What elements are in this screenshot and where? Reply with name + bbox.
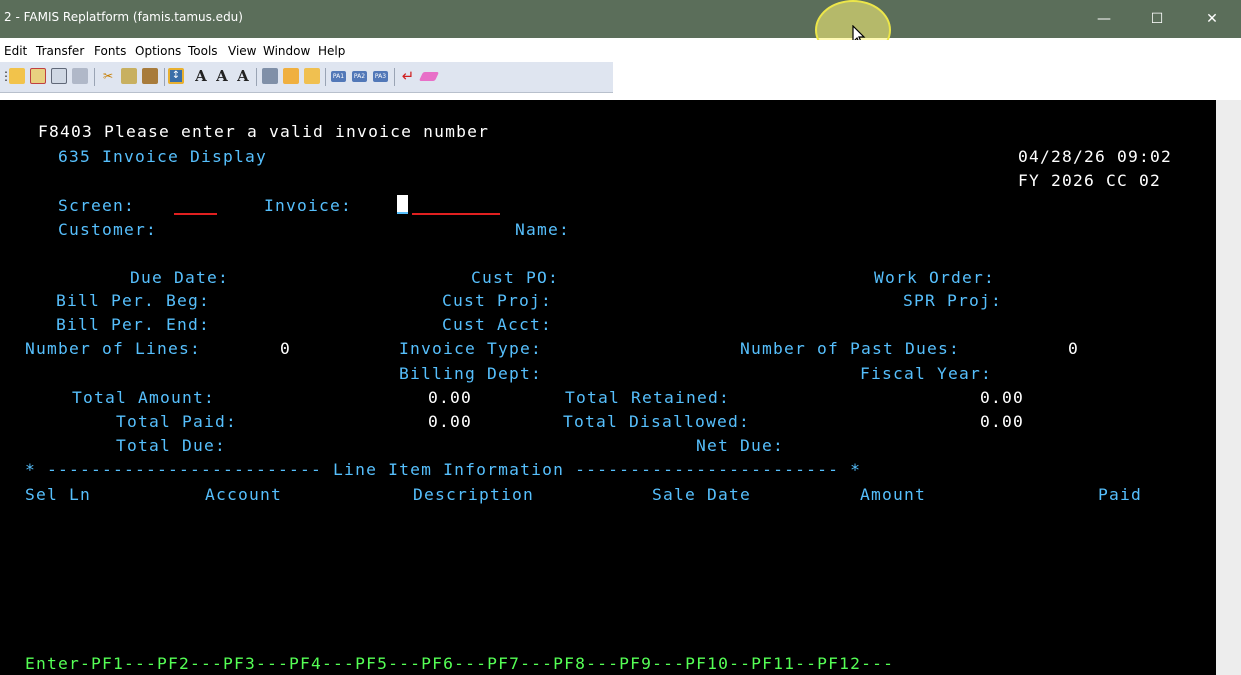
minimize-button[interactable]: — bbox=[1082, 4, 1126, 34]
col-paid: Paid bbox=[1098, 485, 1143, 504]
close-button[interactable]: ✕ bbox=[1190, 4, 1234, 34]
font-large-icon[interactable]: A bbox=[193, 68, 209, 84]
error-message: F8403 Please enter a valid invoice numbe… bbox=[38, 122, 490, 141]
cust-proj-label: Cust Proj: bbox=[442, 291, 553, 310]
pa3-key-icon[interactable]: PA3 bbox=[373, 71, 388, 82]
send-receive-icon[interactable]: ↕ bbox=[168, 68, 184, 84]
paste-icon[interactable] bbox=[142, 68, 158, 84]
menu-transfer[interactable]: Transfer bbox=[36, 44, 84, 58]
window-title: 2 - FAMIS Replatform (famis.tamus.edu) bbox=[4, 10, 243, 24]
col-description: Description bbox=[413, 485, 535, 504]
pf-key-legend: Enter-PF1---PF2---PF3---PF4---PF5---PF6-… bbox=[25, 654, 895, 673]
macro-run-icon[interactable] bbox=[283, 68, 299, 84]
invoice-type-label: Invoice Type: bbox=[399, 339, 543, 358]
total-paid-label: Total Paid: bbox=[116, 412, 238, 431]
total-retained-label: Total Retained: bbox=[565, 388, 731, 407]
title-bar: 2 - FAMIS Replatform (famis.tamus.edu) —… bbox=[0, 0, 1241, 38]
terminal-screen[interactable]: F8403 Please enter a valid invoice numbe… bbox=[0, 100, 1216, 675]
print-icon[interactable] bbox=[72, 68, 88, 84]
menu-fonts[interactable]: Fonts bbox=[94, 44, 126, 58]
screen-title: 635 Invoice Display bbox=[58, 147, 268, 166]
cust-po-label: Cust PO: bbox=[471, 268, 560, 287]
col-sale-date: Sale Date bbox=[652, 485, 752, 504]
toolbar: ⋮ ✂ ↕ A A A PA1 PA2 PA3 ↵ bbox=[0, 62, 613, 93]
col-sel-ln: Sel Ln bbox=[25, 485, 92, 504]
menu-bar: Edit Transfer Fonts Options Tools View W… bbox=[0, 40, 1241, 62]
total-disallowed-value: 0.00 bbox=[980, 412, 1025, 431]
menu-view[interactable]: View bbox=[228, 44, 256, 58]
invoice-input[interactable] bbox=[412, 213, 500, 215]
invoice-label: Invoice: bbox=[264, 196, 353, 215]
fiscal-year-cc: FY 2026 CC 02 bbox=[1018, 171, 1162, 190]
pa2-key-icon[interactable]: PA2 bbox=[352, 71, 367, 82]
past-dues-value: 0 bbox=[1068, 339, 1080, 358]
menu-options[interactable]: Options bbox=[135, 44, 181, 58]
total-retained-value: 0.00 bbox=[980, 388, 1025, 407]
toolbar-grip-icon: ⋮ bbox=[0, 69, 12, 83]
due-date-label: Due Date: bbox=[130, 268, 230, 287]
menu-edit[interactable]: Edit bbox=[4, 44, 27, 58]
enter-key-icon[interactable]: ↵ bbox=[400, 68, 416, 84]
copy-icon[interactable] bbox=[121, 68, 137, 84]
line-item-banner: * ------------------------- Line Item In… bbox=[25, 460, 862, 479]
spr-proj-label: SPR Proj: bbox=[903, 291, 1003, 310]
total-amount-label: Total Amount: bbox=[72, 388, 216, 407]
screen-input[interactable] bbox=[174, 213, 217, 215]
billing-dept-label: Billing Dept: bbox=[399, 364, 543, 383]
bill-per-end-label: Bill Per. End: bbox=[56, 315, 211, 334]
total-paid-value: 0.00 bbox=[428, 412, 473, 431]
past-dues-label: Number of Past Dues: bbox=[740, 339, 961, 358]
pa1-key-icon[interactable]: PA1 bbox=[331, 71, 346, 82]
macro-record-icon[interactable] bbox=[304, 68, 320, 84]
screen-label: Screen: bbox=[58, 196, 136, 215]
total-due-label: Total Due: bbox=[116, 436, 227, 455]
customer-label: Customer: bbox=[58, 220, 158, 239]
close-session-icon[interactable] bbox=[51, 68, 67, 84]
properties-icon[interactable] bbox=[262, 68, 278, 84]
work-order-label: Work Order: bbox=[874, 268, 996, 287]
net-due-label: Net Due: bbox=[696, 436, 785, 455]
open-session-icon[interactable] bbox=[9, 68, 25, 84]
number-of-lines-label: Number of Lines: bbox=[25, 339, 202, 358]
total-amount-value: 0.00 bbox=[428, 388, 473, 407]
total-disallowed-label: Total Disallowed: bbox=[563, 412, 751, 431]
menu-tools[interactable]: Tools bbox=[188, 44, 218, 58]
clear-key-icon[interactable] bbox=[418, 72, 440, 81]
col-account: Account bbox=[205, 485, 283, 504]
text-cursor bbox=[397, 195, 408, 212]
date-time: 04/28/26 09:02 bbox=[1018, 147, 1173, 166]
cust-acct-label: Cust Acct: bbox=[442, 315, 553, 334]
font-medium-icon[interactable]: A bbox=[214, 68, 230, 84]
menu-help[interactable]: Help bbox=[318, 44, 345, 58]
menu-window[interactable]: Window bbox=[263, 44, 310, 58]
number-of-lines-value: 0 bbox=[280, 339, 292, 358]
col-amount: Amount bbox=[860, 485, 927, 504]
maximize-button[interactable]: ☐ bbox=[1135, 4, 1179, 34]
bill-per-beg-label: Bill Per. Beg: bbox=[56, 291, 211, 310]
name-label: Name: bbox=[515, 220, 571, 239]
font-small-icon[interactable]: A bbox=[235, 68, 251, 84]
vertical-scrollbar[interactable] bbox=[1216, 100, 1241, 675]
new-session-icon[interactable] bbox=[30, 68, 46, 84]
cut-icon[interactable]: ✂ bbox=[100, 68, 116, 84]
fiscal-year-label: Fiscal Year: bbox=[860, 364, 993, 383]
